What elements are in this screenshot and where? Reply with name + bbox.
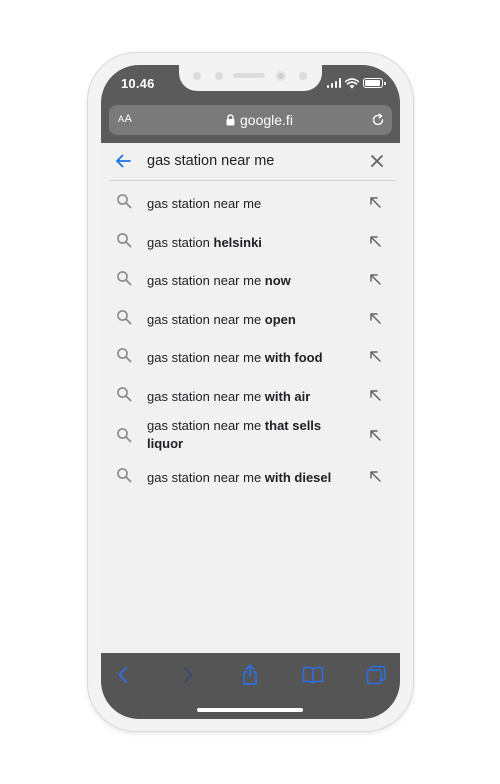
search-icon — [117, 233, 132, 248]
sensor-dot — [299, 72, 307, 80]
lock-icon — [226, 114, 235, 126]
back-icon — [118, 667, 127, 683]
sensor-dot — [193, 72, 201, 80]
wifi-icon — [345, 77, 359, 88]
fill-query-arrow-icon[interactable] — [368, 195, 382, 209]
share-icon — [243, 664, 257, 685]
notch — [179, 65, 322, 91]
home-indicator[interactable] — [197, 708, 303, 712]
suggestion-item[interactable]: gas station near me with air — [101, 374, 400, 412]
suggestion-item[interactable]: gas station near me open — [101, 297, 400, 335]
toolbar-tabs-button[interactable] — [362, 661, 390, 689]
suggestion-text: gas station near me — [147, 196, 262, 211]
suggestion-item[interactable]: gas station near me now — [101, 258, 400, 296]
suggestion-item[interactable]: gas station near me that sells liquor — [101, 413, 400, 455]
suggestion-item[interactable]: gas station near me with diesel — [101, 455, 400, 493]
phone-screen: 10.46 AA google.fi gas station near me g… — [101, 65, 400, 719]
fill-query-arrow-icon[interactable] — [368, 388, 382, 402]
suggestion-item[interactable]: gas station near me — [101, 181, 400, 219]
reader-text-size-button[interactable]: AA — [118, 113, 132, 125]
toolbar-bookmarks-button[interactable] — [299, 661, 327, 689]
sensor-dot — [215, 72, 223, 80]
bookmarks-icon — [302, 666, 324, 684]
toolbar-back-button[interactable] — [109, 661, 137, 689]
battery-icon — [363, 78, 386, 88]
status-icons — [326, 77, 386, 89]
suggestion-text: gas station near me with food — [147, 350, 323, 365]
search-icon — [117, 348, 132, 363]
url-domain[interactable]: google.fi — [240, 112, 293, 128]
suggestion-text: gas station near me with diesel — [147, 470, 332, 485]
search-icon — [117, 194, 132, 209]
search-box[interactable]: gas station near me — [109, 143, 396, 181]
clear-icon[interactable] — [370, 154, 384, 168]
suggestion-item[interactable]: gas station helsinki — [101, 220, 400, 258]
fill-query-arrow-icon[interactable] — [368, 311, 382, 325]
fill-query-arrow-icon[interactable] — [368, 234, 382, 248]
browser-top-bar: 10.46 AA google.fi — [101, 65, 400, 143]
status-time: 10.46 — [121, 76, 155, 91]
reload-icon[interactable] — [371, 113, 385, 127]
suggestion-text: gas station near me that sells liquor — [147, 418, 322, 451]
suggestion-text: gas station near me open — [147, 312, 296, 327]
front-camera — [276, 71, 286, 81]
suggestion-text: gas station near me now — [147, 273, 291, 288]
address-bar[interactable]: AA google.fi — [109, 105, 392, 135]
browser-toolbar — [101, 653, 400, 719]
suggestion-item[interactable]: gas station near me with food — [101, 335, 400, 373]
signal-icon — [326, 78, 341, 88]
back-arrow-icon[interactable] — [115, 153, 131, 169]
speaker-grille — [233, 73, 265, 78]
search-panel: gas station near me gas station near me … — [101, 143, 400, 653]
search-icon — [117, 387, 132, 402]
fill-query-arrow-icon[interactable] — [368, 469, 382, 483]
tabs-icon — [366, 665, 386, 685]
fill-query-arrow-icon[interactable] — [368, 272, 382, 286]
toolbar-forward-button[interactable] — [174, 661, 202, 689]
suggestion-text: gas station near me with air — [147, 389, 311, 404]
fill-query-arrow-icon[interactable] — [368, 428, 382, 442]
search-icon — [117, 428, 132, 443]
search-icon — [117, 468, 132, 483]
toolbar-share-button[interactable] — [236, 661, 264, 689]
suggestion-text: gas station helsinki — [147, 235, 262, 250]
forward-icon — [184, 667, 193, 683]
fill-query-arrow-icon[interactable] — [368, 349, 382, 363]
search-icon — [117, 310, 132, 325]
search-icon — [117, 271, 132, 286]
search-input[interactable]: gas station near me — [147, 153, 274, 169]
